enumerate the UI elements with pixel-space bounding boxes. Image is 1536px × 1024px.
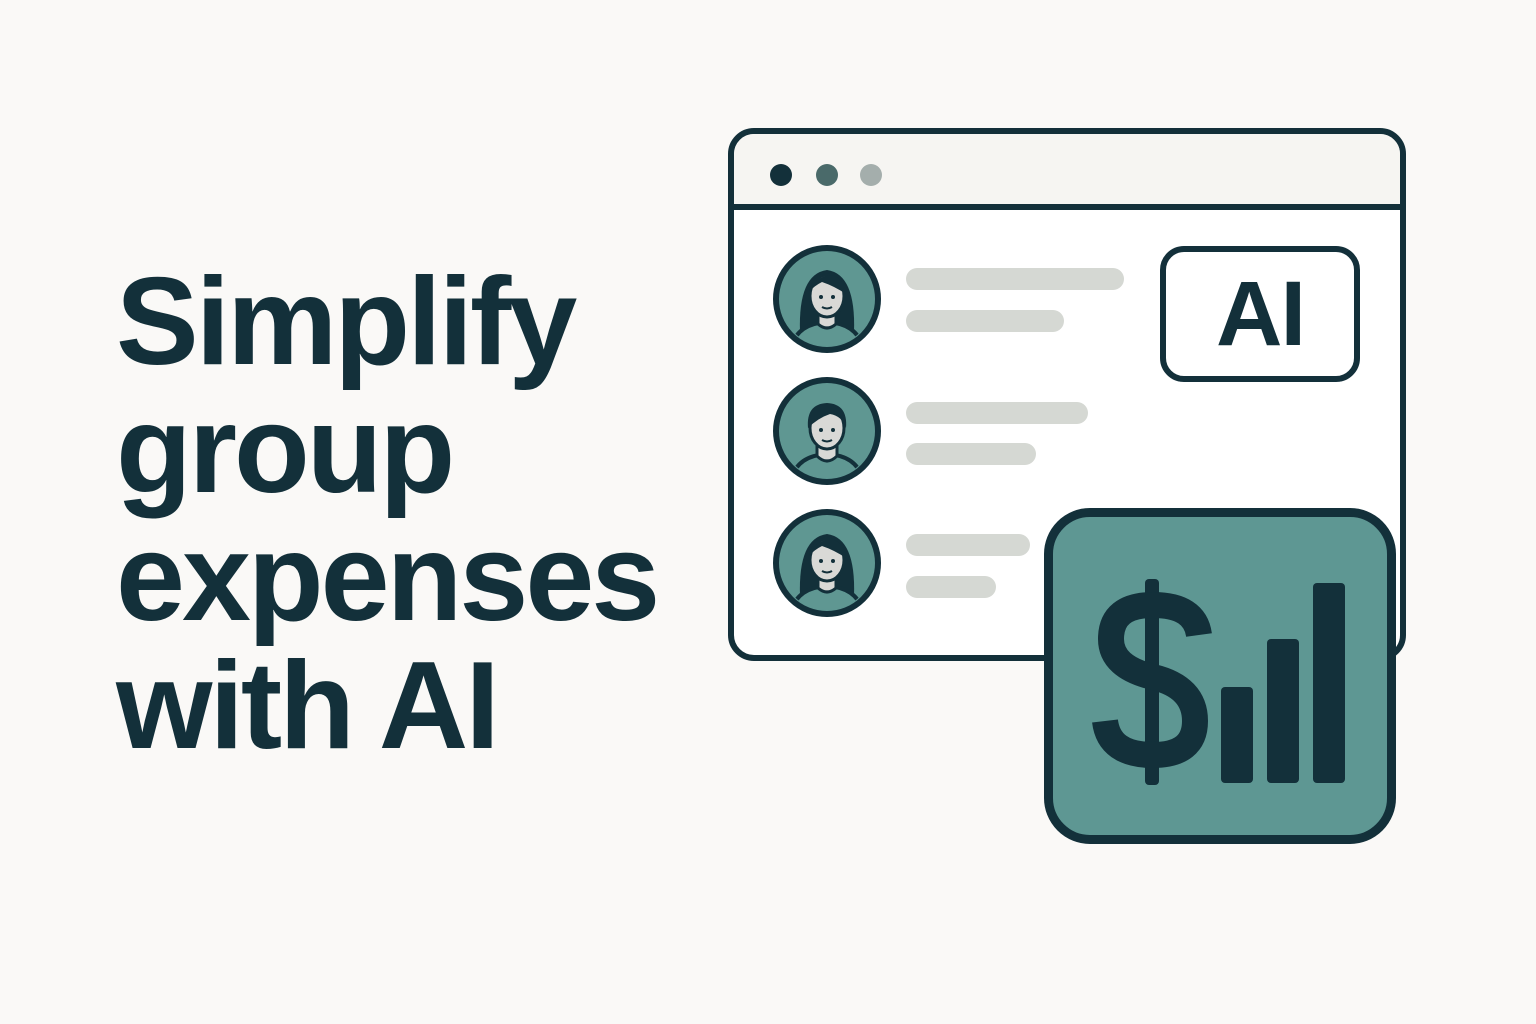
bar-chart-bar-3 — [1313, 583, 1345, 783]
bar-chart-bar-2 — [1267, 639, 1299, 783]
window-control-close[interactable] — [770, 164, 792, 186]
ai-badge: AI — [1160, 246, 1360, 382]
woman-avatar-icon — [772, 508, 882, 618]
dollar-sign-icon — [1092, 579, 1212, 785]
bar-chart-icon — [1221, 583, 1345, 783]
placeholder-line — [906, 443, 1036, 465]
headline-line-3: expenses — [116, 509, 660, 647]
placeholder-line — [906, 534, 1030, 556]
placeholder-line — [906, 310, 1064, 332]
placeholder-line — [906, 576, 996, 598]
finance-app-icon — [1044, 508, 1396, 844]
headline-line-1: Simplify — [116, 253, 577, 391]
placeholder-line — [906, 402, 1088, 424]
window-control-minimize[interactable] — [816, 164, 838, 186]
man-avatar-icon — [772, 376, 882, 486]
window-titlebar — [734, 134, 1400, 210]
headline-line-2: group — [116, 381, 455, 519]
bar-chart-bar-1 — [1221, 687, 1253, 783]
window-control-maximize[interactable] — [860, 164, 882, 186]
headline: Simplify group expenses with AI — [116, 258, 676, 770]
headline-line-4: with AI — [116, 637, 500, 775]
woman-avatar-icon — [772, 244, 882, 354]
placeholder-line — [906, 268, 1124, 290]
